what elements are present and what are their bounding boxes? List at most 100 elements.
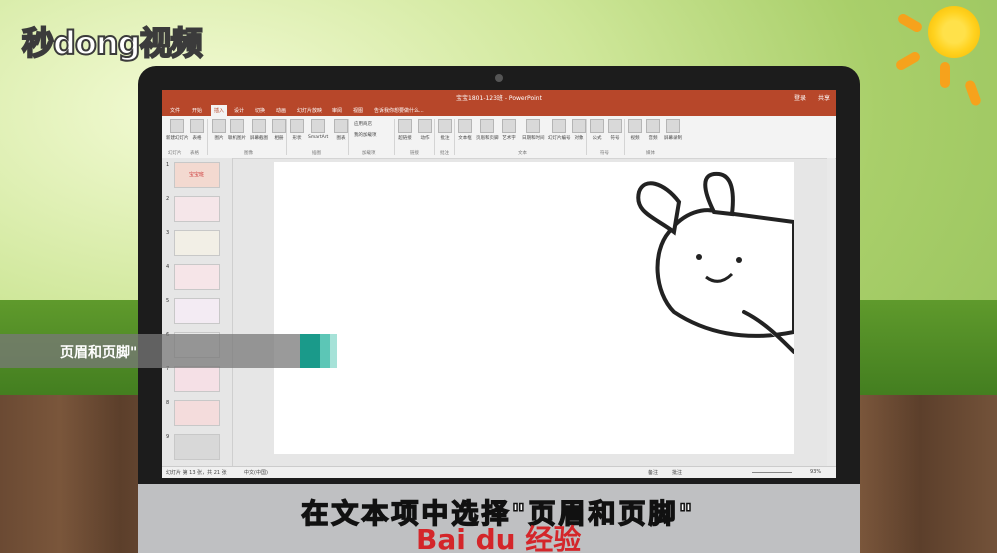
group-slides: 幻灯片	[168, 151, 182, 156]
screenshot-button[interactable]: 屏幕截图	[250, 119, 268, 141]
language[interactable]: 中文(中国)	[244, 469, 268, 476]
slide-thumbnail[interactable]	[174, 298, 220, 324]
video-button[interactable]: 视频	[628, 119, 642, 141]
action-button[interactable]: 动作	[418, 119, 432, 141]
tab-file[interactable]: 文件	[170, 107, 180, 114]
sun-ray	[940, 62, 950, 88]
pi-icon	[590, 119, 604, 133]
slide-thumbnail[interactable]	[174, 400, 220, 426]
my-addins-button[interactable]: 我的加载项	[354, 132, 377, 138]
zoom-slider[interactable]	[752, 472, 792, 473]
record-icon	[666, 119, 680, 133]
tell-me-input[interactable]: 告诉我你想要做什么...	[374, 107, 424, 114]
slide-thumbnail[interactable]	[174, 230, 220, 256]
slide-thumbnail[interactable]	[174, 196, 220, 222]
comment-button[interactable]: 批注	[438, 119, 452, 141]
baidu-watermark: Bai du 经验	[416, 523, 582, 556]
slide-thumbnail[interactable]	[174, 366, 220, 392]
share-button[interactable]: 共享	[818, 93, 830, 102]
header-footer-button[interactable]: 页眉和页脚	[476, 119, 499, 141]
textbox-icon	[458, 119, 472, 133]
wordart-icon	[502, 119, 516, 133]
equation-button[interactable]: 公式	[590, 119, 604, 141]
slide-number-button[interactable]: 幻灯片编号	[548, 119, 571, 141]
highlight-text: 页眉和页脚"	[60, 345, 138, 361]
ribbon: 新建幻灯片 表格 图片 联机图片 屏幕截图 相册 形状 SmartArt 图表 …	[162, 116, 836, 159]
new-slide-button[interactable]: 新建幻灯片	[166, 119, 189, 141]
shapes-button[interactable]: 形状	[290, 119, 304, 141]
monitor: 宝宝1801-123班 - PowerPoint 登录 共享 文件 开始 插入 …	[138, 66, 860, 553]
group-addins: 加载项	[362, 151, 376, 156]
tab-view[interactable]: 视图	[353, 107, 363, 114]
chart-button[interactable]: 图表	[334, 119, 348, 141]
album-icon	[272, 119, 286, 133]
slide-thumbnail-pane: 1 宝宝班 2 3 4 5 6 7 8 9	[162, 158, 233, 466]
smartart-button[interactable]: SmartArt	[308, 119, 328, 140]
online-picture-icon	[230, 119, 244, 133]
shapes-icon	[290, 119, 304, 133]
smartart-icon	[311, 119, 326, 133]
calendar-icon	[526, 119, 541, 133]
comments-button[interactable]: 批注	[672, 469, 682, 476]
notes-button[interactable]: 备注	[648, 469, 658, 476]
tab-design[interactable]: 设计	[234, 107, 244, 114]
number-icon	[552, 119, 567, 133]
status-bar: 幻灯片 第 13 张，共 21 张 中文(中国) 备注 批注 93%	[162, 466, 836, 478]
picture-button[interactable]: 图片	[212, 119, 226, 141]
album-button[interactable]: 相册	[272, 119, 286, 141]
video-icon	[628, 119, 642, 133]
tab-slideshow[interactable]: 幻灯片放映	[297, 107, 322, 114]
picture-icon	[212, 119, 226, 133]
table-button[interactable]: 表格	[190, 119, 204, 141]
teal-bar	[300, 334, 320, 368]
group-comments: 批注	[440, 151, 449, 156]
ribbon-tabs: 文件 开始 插入 设计 切换 动画 幻灯片放映 审阅 视图 告诉我你想要做什么.…	[162, 104, 836, 118]
wordart-button[interactable]: 艺术字	[502, 119, 516, 141]
tab-review[interactable]: 审阅	[332, 107, 342, 114]
online-picture-button[interactable]: 联机图片	[228, 119, 246, 141]
tab-home[interactable]: 开始	[192, 107, 202, 114]
group-text: 文本	[518, 151, 527, 156]
vertical-scrollbar[interactable]	[827, 158, 835, 466]
group-links: 链接	[410, 151, 419, 156]
powerpoint-window: 宝宝1801-123班 - PowerPoint 登录 共享 文件 开始 插入 …	[162, 90, 836, 478]
sun-icon	[928, 6, 980, 58]
logo: 秒dong视频	[21, 23, 204, 63]
table-icon	[190, 119, 204, 133]
omega-icon	[608, 119, 622, 133]
hyperlink-button[interactable]: 超链接	[398, 119, 412, 141]
slide-canvas[interactable]	[274, 162, 794, 454]
group-symbols: 符号	[600, 151, 609, 156]
speaker-icon	[646, 119, 660, 133]
slide-count: 幻灯片 第 13 张，共 21 张	[166, 470, 227, 476]
chart-icon	[334, 119, 348, 133]
camera-icon	[252, 119, 266, 133]
slide-thumbnail[interactable]	[174, 264, 220, 290]
camera-icon	[495, 74, 503, 82]
screen-record-button[interactable]: 屏幕录制	[664, 119, 682, 141]
zoom-level[interactable]: 93%	[810, 469, 821, 475]
store-button[interactable]: 应用商店	[354, 121, 372, 127]
window-title: 宝宝1801-123班 - PowerPoint	[456, 95, 542, 102]
highlight-overlay: 页眉和页脚"	[0, 334, 300, 368]
textbox-button[interactable]: 文本框	[458, 119, 472, 141]
link-icon	[398, 119, 412, 133]
rabbit-illustration	[636, 171, 794, 354]
group-images: 图像	[244, 151, 253, 156]
date-time-button[interactable]: 日期和时间	[522, 119, 545, 141]
symbol-button[interactable]: 符号	[608, 119, 622, 141]
object-icon	[572, 119, 586, 133]
tab-animations[interactable]: 动画	[276, 107, 286, 114]
group-media: 媒体	[646, 151, 655, 156]
star-icon	[418, 119, 432, 133]
tab-transitions[interactable]: 切换	[255, 107, 265, 114]
login-link[interactable]: 登录	[794, 93, 806, 102]
slide-thumbnail[interactable]: 宝宝班	[174, 162, 220, 188]
comment-icon	[438, 119, 452, 133]
slide-thumbnail[interactable]	[174, 434, 220, 460]
header-footer-icon	[480, 119, 495, 133]
audio-button[interactable]: 音频	[646, 119, 660, 141]
object-button[interactable]: 对象	[572, 119, 586, 141]
group-illustrations: 插图	[312, 151, 321, 156]
teal-bar	[320, 334, 330, 368]
